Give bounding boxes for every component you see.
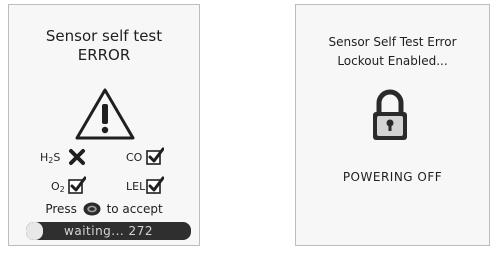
checkbox-checked-icon: [68, 176, 86, 194]
left-device-screen: Sensor self test ERROR H2S CO O2 LEL Pre…: [8, 4, 200, 246]
sensor-label-lel: LEL: [126, 180, 146, 193]
waiting-countdown-bar: waiting... 272: [26, 222, 191, 240]
sensor-label-h2s: H2S: [40, 151, 61, 165]
accept-label: to accept: [106, 202, 163, 216]
right-device-screen: Sensor Self Test Error Lockout Enabled..…: [295, 4, 490, 246]
powering-off-status: POWERING OFF: [342, 170, 443, 184]
error-subtitle: ERROR: [77, 46, 131, 64]
lockout-subtitle: Lockout Enabled...: [337, 54, 448, 68]
press-label: Press: [45, 202, 77, 216]
sensor-label-co: CO: [126, 151, 143, 164]
warning-triangle-icon: [75, 88, 135, 140]
waiting-countdown-text: waiting... 272: [64, 224, 153, 238]
padlock-icon: [373, 89, 407, 140]
checkbox-checked-icon: [146, 147, 164, 165]
button-icon[interactable]: [83, 202, 101, 216]
checkbox-checked-icon: [146, 176, 164, 194]
sensor-label-o2: O2: [51, 180, 65, 194]
error-title: Sensor self test: [45, 27, 163, 45]
lockout-title: Sensor Self Test Error: [328, 35, 457, 49]
press-to-accept-prompt: Press to accept: [9, 201, 199, 217]
x-mark-icon: [69, 149, 85, 165]
